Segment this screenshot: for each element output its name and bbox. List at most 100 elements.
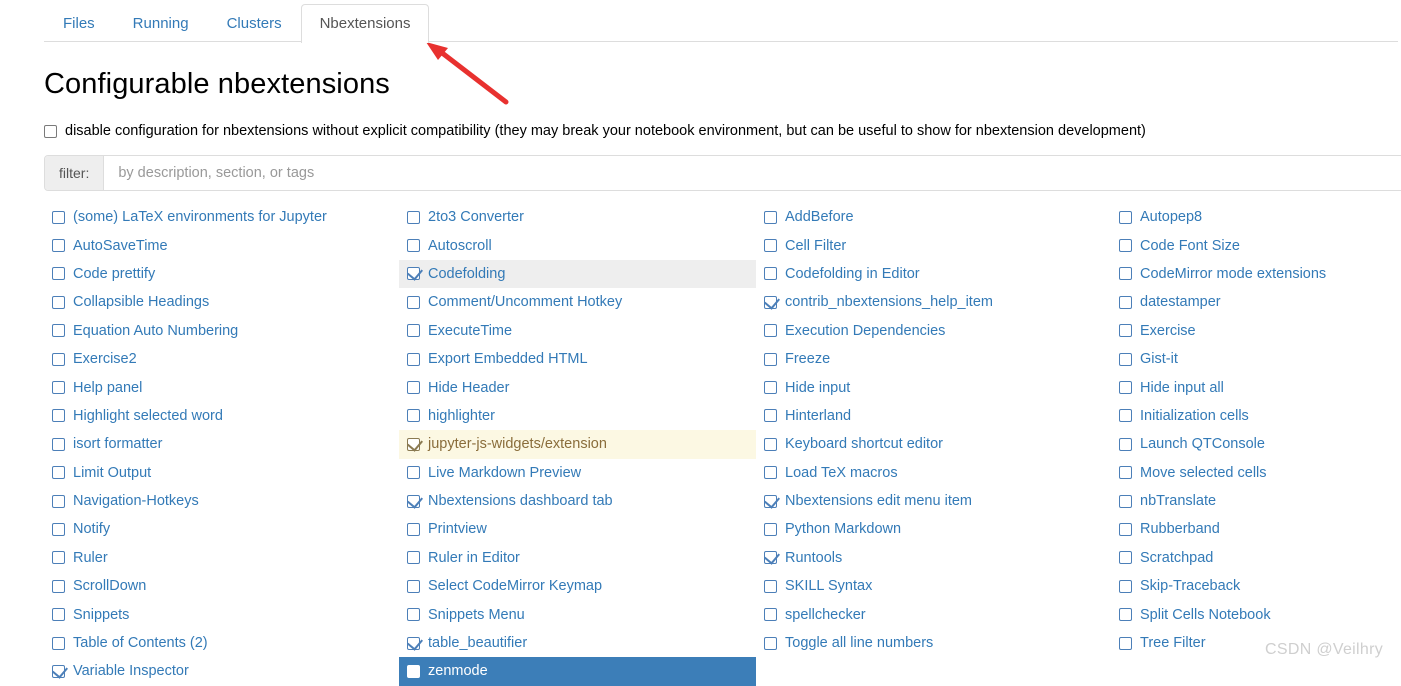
extension-checkbox[interactable]	[1119, 551, 1132, 565]
extension-row[interactable]: Table of Contents (2)	[44, 629, 399, 657]
extension-checkbox[interactable]	[52, 636, 65, 650]
extension-checkbox[interactable]	[764, 381, 777, 395]
extension-row[interactable]: Autopep8	[1111, 203, 1401, 231]
extension-checkbox[interactable]	[764, 267, 777, 281]
extension-row[interactable]: Runtools	[756, 544, 1111, 572]
extension-checkbox[interactable]	[764, 494, 777, 508]
extension-checkbox[interactable]	[764, 437, 777, 451]
extension-row[interactable]: highlighter	[399, 402, 756, 430]
extension-row[interactable]: Toggle all line numbers	[756, 629, 1111, 657]
extension-row[interactable]: Codefolding	[399, 259, 756, 289]
extension-row[interactable]: AutoSaveTime	[44, 231, 399, 259]
extension-row[interactable]: Nbextensions edit menu item	[756, 487, 1111, 515]
extension-row[interactable]: Ruler in Editor	[399, 544, 756, 572]
extension-checkbox[interactable]	[1119, 210, 1132, 224]
extension-checkbox[interactable]	[407, 636, 420, 650]
extension-checkbox[interactable]	[407, 267, 420, 281]
extension-row[interactable]: table_beautifier	[399, 629, 756, 657]
extension-checkbox[interactable]	[1119, 466, 1132, 480]
extension-checkbox[interactable]	[52, 551, 65, 565]
extension-row[interactable]: Variable Inspector	[44, 657, 399, 685]
extension-row[interactable]: Codefolding in Editor	[756, 260, 1111, 288]
extension-row[interactable]: Select CodeMirror Keymap	[399, 572, 756, 600]
extension-checkbox[interactable]	[407, 437, 420, 451]
extension-checkbox[interactable]	[407, 466, 420, 480]
extension-checkbox[interactable]	[764, 551, 777, 565]
extension-checkbox[interactable]	[1119, 324, 1132, 338]
extension-checkbox[interactable]	[407, 295, 420, 309]
extension-row[interactable]: Code Font Size	[1111, 231, 1401, 259]
extension-row[interactable]: datestamper	[1111, 288, 1401, 316]
extension-checkbox[interactable]	[1119, 239, 1132, 253]
extension-row[interactable]: Python Markdown	[756, 515, 1111, 543]
extension-checkbox[interactable]	[52, 579, 65, 593]
extension-checkbox[interactable]	[407, 352, 420, 366]
extension-row[interactable]: Autoscroll	[399, 231, 756, 259]
extension-row[interactable]: Hinterland	[756, 402, 1111, 430]
extension-checkbox[interactable]	[1119, 267, 1132, 281]
extension-checkbox[interactable]	[407, 664, 420, 678]
disable-config-row[interactable]: disable configuration for nbextensions w…	[44, 123, 1401, 139]
tab-running[interactable]: Running	[114, 4, 208, 43]
extension-checkbox[interactable]	[764, 239, 777, 253]
extension-checkbox[interactable]	[1119, 295, 1132, 309]
extension-checkbox[interactable]	[407, 579, 420, 593]
extension-row[interactable]: Comment/Uncomment Hotkey	[399, 288, 756, 316]
extension-checkbox[interactable]	[407, 324, 420, 338]
extension-row[interactable]: Limit Output	[44, 459, 399, 487]
extension-checkbox[interactable]	[1119, 579, 1132, 593]
extension-checkbox[interactable]	[764, 409, 777, 423]
extension-checkbox[interactable]	[52, 437, 65, 451]
extension-checkbox[interactable]	[764, 608, 777, 622]
extension-row[interactable]: Hide Header	[399, 373, 756, 401]
extension-row[interactable]: CodeMirror mode extensions	[1111, 260, 1401, 288]
extension-row[interactable]: Exercise2	[44, 345, 399, 373]
extension-checkbox[interactable]	[764, 324, 777, 338]
extension-row[interactable]: Highlight selected word	[44, 402, 399, 430]
extension-checkbox[interactable]	[407, 522, 420, 536]
extension-row[interactable]: Equation Auto Numbering	[44, 317, 399, 345]
extension-row[interactable]: spellchecker	[756, 600, 1111, 628]
extension-checkbox[interactable]	[1119, 352, 1132, 366]
extension-checkbox[interactable]	[52, 352, 65, 366]
disable-config-checkbox[interactable]	[44, 124, 57, 138]
extension-checkbox[interactable]	[52, 608, 65, 622]
extension-row[interactable]: Scratchpad	[1111, 544, 1401, 572]
extension-row[interactable]: Export Embedded HTML	[399, 345, 756, 373]
extension-checkbox[interactable]	[52, 522, 65, 536]
extension-checkbox[interactable]	[52, 324, 65, 338]
extension-row[interactable]: Rubberband	[1111, 515, 1401, 543]
extension-row[interactable]: Freeze	[756, 345, 1111, 373]
extension-checkbox[interactable]	[1119, 608, 1132, 622]
extension-checkbox[interactable]	[1119, 522, 1132, 536]
extension-row[interactable]: Printview	[399, 515, 756, 543]
extension-row[interactable]: contrib_nbextensions_help_item	[756, 288, 1111, 316]
extension-row[interactable]: Load TeX macros	[756, 459, 1111, 487]
extension-row[interactable]: Hide input	[756, 373, 1111, 401]
extension-row[interactable]: ExecuteTime	[399, 317, 756, 345]
extension-checkbox[interactable]	[52, 466, 65, 480]
extension-checkbox[interactable]	[764, 579, 777, 593]
extension-row[interactable]: Keyboard shortcut editor	[756, 430, 1111, 458]
extension-checkbox[interactable]	[407, 381, 420, 395]
tab-clusters[interactable]: Clusters	[208, 4, 301, 43]
extension-checkbox[interactable]	[764, 295, 777, 309]
extension-row[interactable]: Skip-Traceback	[1111, 572, 1401, 600]
extension-row[interactable]: isort formatter	[44, 430, 399, 458]
extension-checkbox[interactable]	[764, 210, 777, 224]
extension-checkbox[interactable]	[52, 409, 65, 423]
extension-row[interactable]: (some) LaTeX environments for Jupyter	[44, 203, 399, 231]
extension-row[interactable]: nbTranslate	[1111, 487, 1401, 515]
extension-checkbox[interactable]	[1119, 409, 1132, 423]
extension-checkbox[interactable]	[1119, 636, 1132, 650]
extension-row[interactable]: 2to3 Converter	[399, 203, 756, 231]
extension-row[interactable]: Collapsible Headings	[44, 288, 399, 316]
extension-row[interactable]: Initialization cells	[1111, 402, 1401, 430]
extension-row[interactable]: Launch QTConsole	[1111, 430, 1401, 458]
extension-checkbox[interactable]	[764, 522, 777, 536]
extension-row[interactable]: Execution Dependencies	[756, 317, 1111, 345]
extension-checkbox[interactable]	[764, 636, 777, 650]
extension-row[interactable]: Snippets	[44, 600, 399, 628]
filter-input[interactable]	[104, 156, 1401, 190]
extension-row[interactable]: Move selected cells	[1111, 459, 1401, 487]
